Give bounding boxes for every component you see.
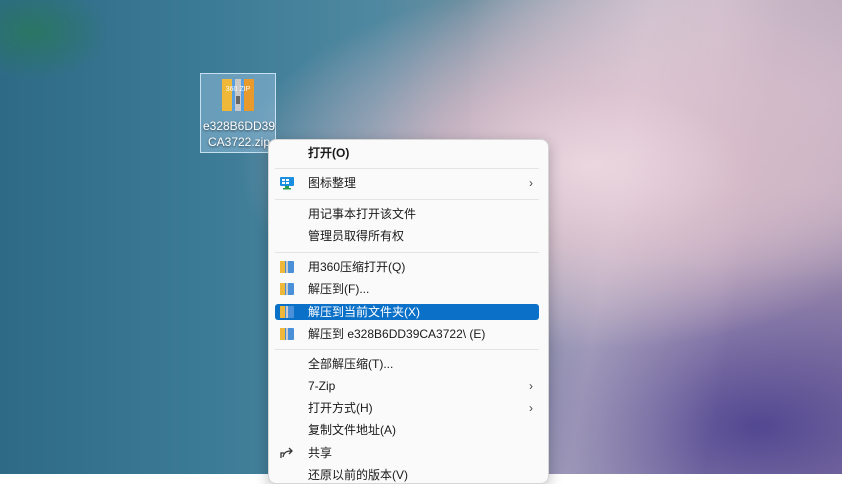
menu-item-extract-to-folder[interactable]: 解压到 e328B6DD39CA3722\ (E) <box>275 326 539 342</box>
zip-icon <box>280 306 294 318</box>
desktop-arrange-icon <box>280 177 294 190</box>
menu-item-label: 打开方式(H) <box>308 401 373 415</box>
menu-item-label: 解压到 e328B6DD39CA3722\ (E) <box>308 327 486 341</box>
chevron-right-icon: › <box>529 401 533 415</box>
menu-item-label: 用记事本打开该文件 <box>308 207 417 221</box>
menu-item-label: 解压到(F)... <box>308 282 370 296</box>
menu-item-extract-to[interactable]: 解压到(F)... <box>275 281 539 297</box>
menu-item-label: 复制文件地址(A) <box>308 423 396 437</box>
menu-item-open-with[interactable]: 打开方式(H) › <box>275 400 539 416</box>
menu-item-extract-all[interactable]: 全部解压缩(T)... <box>275 356 539 372</box>
desktop-file-icon[interactable]: 360 ZIP e328B6DD39CA3722.zip <box>200 73 276 153</box>
menu-item-label: 解压到当前文件夹(X) <box>308 305 420 319</box>
menu-item-label: 用360压缩打开(Q) <box>308 260 406 274</box>
wallpaper-foliage <box>0 0 110 80</box>
menu-item-label: 全部解压缩(T)... <box>308 357 394 371</box>
zip-icon <box>280 283 294 295</box>
menu-item-restore-previous[interactable]: 还原以前的版本(V) <box>275 467 539 483</box>
menu-item-label: 图标整理 <box>308 176 357 190</box>
menu-item-label: 管理员取得所有权 <box>308 229 405 243</box>
menu-separator <box>275 349 539 350</box>
chevron-right-icon: › <box>529 176 533 190</box>
context-menu: 打开(O) 图标整理 › 用记事本打开该文件 管理员取得所有权 用360压缩打开… <box>268 139 549 484</box>
menu-separator <box>275 252 539 253</box>
zip-icon <box>280 328 294 340</box>
menu-item-copy-path[interactable]: 复制文件地址(A) <box>275 422 539 438</box>
menu-item-open-with-notepad[interactable]: 用记事本打开该文件 <box>275 206 539 222</box>
file-name-label: e328B6DD39CA3722.zip <box>202 119 276 149</box>
menu-item-label: 共享 <box>308 446 333 460</box>
share-icon <box>280 447 293 458</box>
menu-item-open-with-360zip[interactable]: 用360压缩打开(Q) <box>275 259 539 275</box>
menu-item-label: 7-Zip <box>308 379 336 393</box>
menu-item-extract-here[interactable]: 解压到当前文件夹(X) <box>275 304 539 320</box>
menu-item-arrange-icons[interactable]: 图标整理 › <box>275 175 539 191</box>
menu-separator <box>275 168 539 169</box>
zip-badge-text: 360 ZIP <box>226 86 251 93</box>
zip-file-icon: 360 ZIP <box>222 79 254 111</box>
menu-item-7zip[interactable]: 7-Zip › <box>275 378 539 394</box>
menu-separator <box>275 199 539 200</box>
menu-item-take-ownership[interactable]: 管理员取得所有权 <box>275 228 539 244</box>
menu-item-share[interactable]: 共享 <box>275 445 539 461</box>
menu-item-label: 还原以前的版本(V) <box>308 468 408 482</box>
menu-item-open[interactable]: 打开(O) <box>275 145 539 161</box>
chevron-right-icon: › <box>529 379 533 393</box>
menu-item-label: 打开(O) <box>308 146 350 160</box>
zip-icon <box>280 261 294 273</box>
